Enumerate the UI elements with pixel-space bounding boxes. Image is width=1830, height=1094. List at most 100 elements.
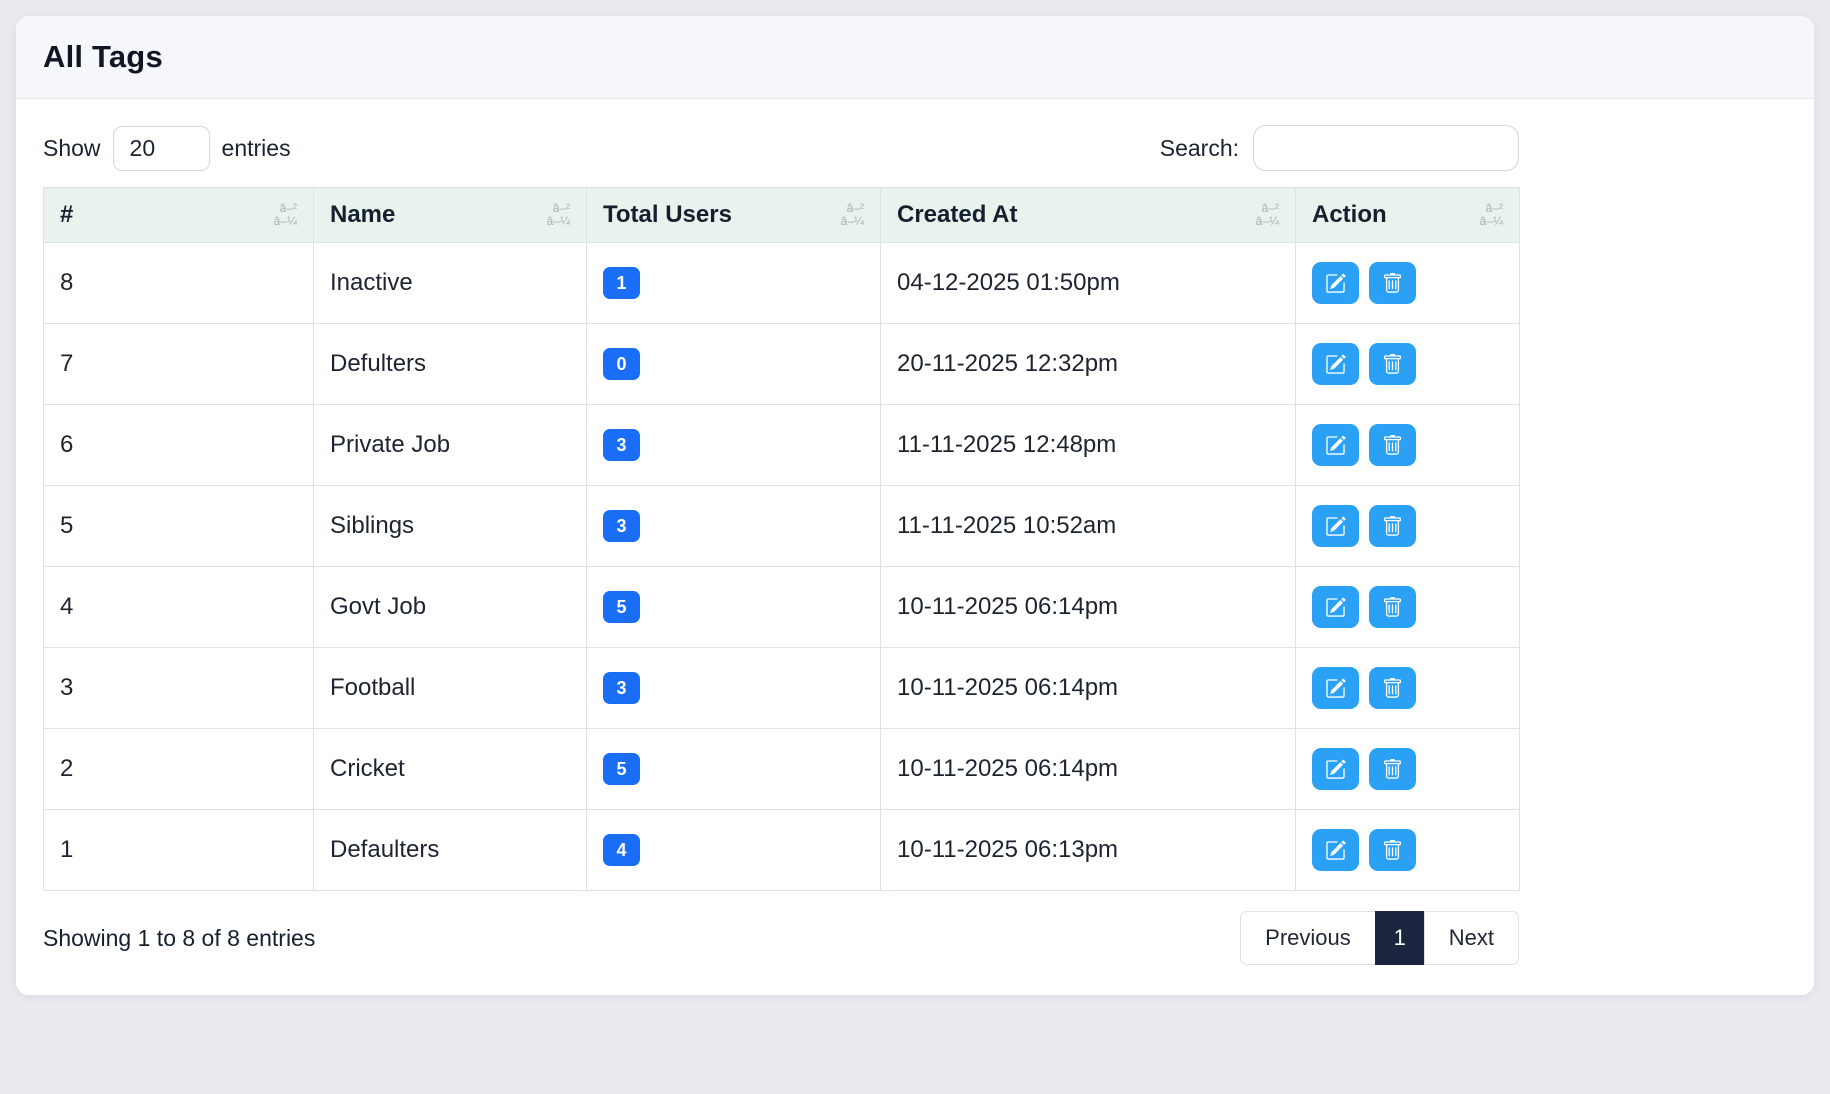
row-name-cell: Private Job	[314, 405, 587, 486]
table-row: 8 Inactive 1 04-12-2025 01:50pm	[44, 243, 1520, 324]
delete-button[interactable]	[1369, 748, 1416, 790]
current-page-button[interactable]: 1	[1375, 911, 1425, 965]
screen: All Tags Show entries Search:	[0, 0, 1830, 1094]
row-id: 6	[60, 431, 73, 458]
entries-count-input[interactable]	[113, 126, 210, 171]
table-row: 4 Govt Job 5 10-11-2025 06:14pm	[44, 567, 1520, 648]
column-header-action[interactable]: Action â–² â–¼	[1296, 188, 1520, 243]
row-id: 4	[60, 593, 73, 620]
row-name-cell: Cricket	[314, 729, 587, 810]
table-body: 8 Inactive 1 04-12-2025 01:50pm	[44, 243, 1520, 891]
trash-icon	[1382, 840, 1403, 861]
next-page-button[interactable]: Next	[1424, 911, 1519, 965]
row-name: Private Job	[330, 431, 450, 458]
row-id-cell: 6	[44, 405, 314, 486]
row-name: Siblings	[330, 512, 414, 539]
delete-button[interactable]	[1369, 586, 1416, 628]
column-header-name[interactable]: Name â–² â–¼	[314, 188, 587, 243]
table-row: 3 Football 3 10-11-2025 06:14pm	[44, 648, 1520, 729]
column-label: Name	[330, 201, 395, 229]
total-users-badge: 5	[603, 753, 640, 785]
edit-icon	[1325, 678, 1346, 699]
row-name-cell: Defaulters	[314, 810, 587, 891]
edit-icon	[1325, 516, 1346, 537]
column-label: Created At	[897, 201, 1017, 229]
row-total-users-cell: 5	[587, 729, 881, 810]
total-users-badge: 4	[603, 834, 640, 866]
row-id-cell: 4	[44, 567, 314, 648]
trash-icon	[1382, 759, 1403, 780]
row-action-cell	[1296, 810, 1520, 891]
trash-icon	[1382, 273, 1403, 294]
edit-button[interactable]	[1312, 667, 1359, 709]
delete-button[interactable]	[1369, 505, 1416, 547]
row-id: 3	[60, 674, 73, 701]
sort-icon: â–² â–¼	[1256, 202, 1279, 227]
row-created-at-cell: 11-11-2025 12:48pm	[881, 405, 1296, 486]
row-name: Inactive	[330, 269, 413, 296]
column-header-total-users[interactable]: Total Users â–² â–¼	[587, 188, 881, 243]
edit-button[interactable]	[1312, 748, 1359, 790]
search-input[interactable]	[1253, 125, 1519, 171]
row-name-cell: Siblings	[314, 486, 587, 567]
edit-button[interactable]	[1312, 343, 1359, 385]
row-created-at: 11-11-2025 10:52am	[897, 512, 1116, 539]
edit-button[interactable]	[1312, 262, 1359, 304]
row-action-cell	[1296, 648, 1520, 729]
edit-icon	[1325, 597, 1346, 618]
column-header-id[interactable]: # â–² â–¼	[44, 188, 314, 243]
row-name: Cricket	[330, 755, 405, 782]
search-label: Search:	[1160, 135, 1239, 162]
row-created-at-cell: 04-12-2025 01:50pm	[881, 243, 1296, 324]
row-name: Govt Job	[330, 593, 426, 620]
row-action-cell	[1296, 243, 1520, 324]
row-id-cell: 2	[44, 729, 314, 810]
delete-button[interactable]	[1369, 667, 1416, 709]
total-users-badge: 5	[603, 591, 640, 623]
entries-summary: Showing 1 to 8 of 8 entries	[43, 925, 315, 952]
row-id: 1	[60, 836, 73, 863]
edit-button[interactable]	[1312, 829, 1359, 871]
edit-button[interactable]	[1312, 424, 1359, 466]
row-created-at-cell: 10-11-2025 06:14pm	[881, 729, 1296, 810]
row-created-at: 04-12-2025 01:50pm	[897, 269, 1120, 296]
delete-button[interactable]	[1369, 424, 1416, 466]
row-action-cell	[1296, 324, 1520, 405]
column-header-created-at[interactable]: Created At â–² â–¼	[881, 188, 1296, 243]
edit-button[interactable]	[1312, 505, 1359, 547]
all-tags-card: All Tags Show entries Search:	[15, 15, 1815, 996]
row-created-at-cell: 10-11-2025 06:14pm	[881, 648, 1296, 729]
trash-icon	[1382, 597, 1403, 618]
row-name: Defulters	[330, 350, 426, 377]
row-total-users-cell: 0	[587, 324, 881, 405]
total-users-badge: 0	[603, 348, 640, 380]
row-total-users-cell: 3	[587, 648, 881, 729]
row-id-cell: 8	[44, 243, 314, 324]
edit-icon	[1325, 840, 1346, 861]
card-body: Show entries Search:	[16, 99, 1814, 995]
table-controls: Show entries Search:	[43, 125, 1519, 171]
table-footer: Showing 1 to 8 of 8 entries Previous 1 N…	[43, 911, 1519, 965]
row-action-cell	[1296, 486, 1520, 567]
row-total-users-cell: 5	[587, 567, 881, 648]
total-users-badge: 1	[603, 267, 640, 299]
delete-button[interactable]	[1369, 262, 1416, 304]
row-created-at: 10-11-2025 06:13pm	[897, 836, 1118, 863]
row-created-at-cell: 20-11-2025 12:32pm	[881, 324, 1296, 405]
row-name-cell: Football	[314, 648, 587, 729]
delete-button[interactable]	[1369, 829, 1416, 871]
row-name-cell: Defulters	[314, 324, 587, 405]
sort-icon: â–² â–¼	[547, 202, 570, 227]
trash-icon	[1382, 354, 1403, 375]
tags-table: # â–² â–¼ Name	[43, 187, 1520, 891]
table-header-row: # â–² â–¼ Name	[44, 188, 1520, 243]
edit-button[interactable]	[1312, 586, 1359, 628]
delete-button[interactable]	[1369, 343, 1416, 385]
trash-icon	[1382, 435, 1403, 456]
table-row: 5 Siblings 3 11-11-2025 10:52am	[44, 486, 1520, 567]
row-id: 7	[60, 350, 73, 377]
row-name-cell: Govt Job	[314, 567, 587, 648]
table-row: 2 Cricket 5 10-11-2025 06:14pm	[44, 729, 1520, 810]
previous-page-button[interactable]: Previous	[1240, 911, 1376, 965]
row-id: 5	[60, 512, 73, 539]
